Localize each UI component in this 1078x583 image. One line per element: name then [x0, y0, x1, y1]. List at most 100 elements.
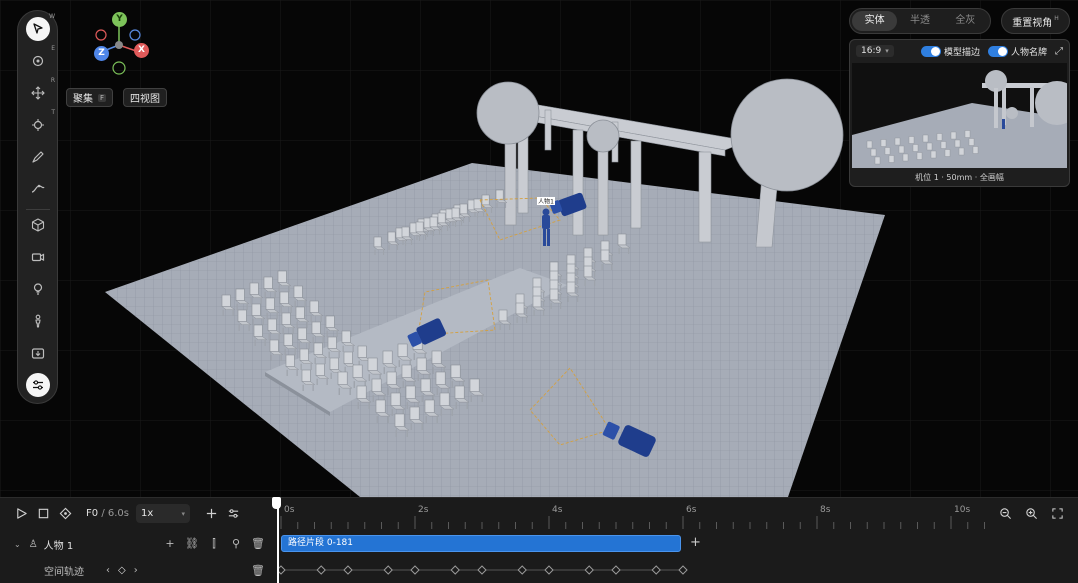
model-outline-label: 模型描边	[943, 47, 980, 58]
axis-gizmo[interactable]: Y Z X	[86, 10, 156, 80]
rotate-tool-button[interactable]: E	[26, 45, 55, 73]
zoom-in-button[interactable]	[1020, 502, 1042, 524]
pen-icon	[32, 151, 44, 163]
trajectory-keyframes[interactable]	[277, 558, 986, 582]
reset-view-hotkey: H	[1054, 14, 1059, 22]
add-light-button[interactable]	[26, 277, 50, 301]
scale-tool-button[interactable]: T	[26, 109, 55, 137]
settings-button[interactable]	[26, 373, 50, 397]
pen-tool-button[interactable]	[26, 145, 50, 169]
keyframe-marker[interactable]	[316, 565, 326, 575]
keyframe-marker[interactable]	[477, 565, 487, 575]
cube-icon	[31, 218, 45, 232]
keyframe-diamond-icon[interactable]: ◇	[118, 565, 126, 576]
plus-icon	[206, 508, 216, 519]
preview-header: 16:9 ▾ 模型描边 人物名牌 ⤢	[850, 40, 1069, 62]
add-character-button[interactable]	[26, 309, 50, 333]
quad-view-button[interactable]: 四视图	[123, 88, 167, 107]
keyframe-marker[interactable]	[678, 565, 688, 575]
track-settings-button[interactable]	[222, 503, 244, 525]
hotkey-label: R	[50, 77, 55, 84]
aspect-ratio-value: 16:9	[861, 46, 882, 56]
axis-x-icon[interactable]: X	[134, 43, 149, 58]
path-icon	[31, 184, 45, 193]
track-label: 人物 1	[43, 540, 74, 552]
person-icon	[35, 314, 41, 328]
keyframe-marker[interactable]	[651, 565, 661, 575]
reset-view-button[interactable]: 重置视角 H	[1001, 8, 1070, 34]
track-row-trajectory[interactable]: 空间轨迹 ‹ ◇ › 🗑	[0, 558, 277, 582]
add-model-button[interactable]	[26, 213, 50, 237]
move-tool-button[interactable]: R	[26, 77, 55, 105]
focus-label: 聚集	[73, 94, 93, 105]
keyframe-marker[interactable]	[343, 565, 353, 575]
delete-icon[interactable]: 🗑	[251, 537, 265, 551]
camera-preview-image	[852, 63, 1067, 168]
time-ruler[interactable]: 0s 2s 4s 6s 8s 10s	[277, 498, 986, 529]
focus-button[interactable]: 聚集 F	[66, 88, 114, 107]
chevron-down-icon[interactable]: ⌄	[14, 540, 21, 549]
import-button[interactable]	[26, 341, 50, 365]
playback-controls: F0 / 6.0s 1x ▾	[0, 498, 277, 529]
render-mode-solid[interactable]: 实体	[852, 11, 898, 31]
ruler-label: 10s	[954, 505, 970, 515]
3d-viewport[interactable]: 人物1 Y Z X 聚集 F 四视图 W E R T 实体 半透 全灰 重置视角…	[0, 0, 1078, 497]
add-clip-button[interactable]: +	[690, 535, 701, 550]
playhead-handle[interactable]	[272, 497, 281, 509]
scale-icon	[32, 119, 44, 131]
keyframe-marker[interactable]	[383, 565, 393, 575]
focus-hotkey: F	[98, 93, 107, 102]
playback-speed-select[interactable]: 1x ▾	[136, 504, 190, 523]
prev-keyframe-icon[interactable]: ‹	[106, 565, 110, 576]
delete-icon[interactable]: 🗑	[251, 564, 265, 577]
axis-z-icon[interactable]: Z	[94, 46, 109, 61]
name-tag-toggle[interactable]	[987, 45, 1008, 57]
ruler-label: 8s	[820, 505, 831, 515]
add-icon[interactable]: +	[163, 537, 177, 551]
add-camera-button[interactable]	[26, 245, 50, 269]
axis-y-icon[interactable]: Y	[112, 12, 127, 27]
pin-icon[interactable]: ⚲	[229, 537, 243, 551]
link-icon[interactable]: ⛓	[185, 537, 199, 551]
preview-scene	[852, 70, 1067, 168]
add-track-button[interactable]	[200, 503, 222, 525]
track-row-character[interactable]: ⌄ ♙ 人物 1 + ⛓ ⫿ ⚲ 🗑	[0, 532, 277, 556]
aspect-ratio-select[interactable]: 16:9 ▾	[856, 45, 894, 57]
hotkey-label: W	[49, 13, 55, 20]
next-keyframe-icon[interactable]: ›	[134, 565, 138, 576]
timeline-zoom-controls	[994, 502, 1068, 524]
keyframe-marker[interactable]	[450, 565, 460, 575]
fullscreen-icon	[1051, 507, 1063, 519]
stop-button[interactable]	[32, 503, 54, 525]
import-icon	[31, 348, 45, 359]
select-arrow-icon	[33, 23, 43, 34]
path-tool-button[interactable]	[26, 177, 50, 201]
keyframe-marker[interactable]	[517, 565, 527, 575]
playhead[interactable]	[277, 497, 279, 583]
keyframe-button[interactable]	[54, 503, 76, 525]
zoom-out-button[interactable]	[994, 502, 1016, 524]
play-button[interactable]	[10, 503, 32, 525]
keyframe-marker[interactable]	[611, 565, 621, 575]
expand-icon[interactable]: ⤢	[1055, 46, 1063, 57]
path-clip[interactable]: 路径片段 0-181	[281, 535, 681, 552]
name-tag-label: 人物名牌	[1010, 47, 1047, 58]
fit-timeline-button[interactable]	[1046, 502, 1068, 524]
hotkey-label: E	[51, 45, 55, 52]
keyframe-marker[interactable]	[584, 565, 594, 575]
camera-icon	[31, 253, 45, 262]
hotkey-label: T	[51, 109, 55, 116]
align-icon[interactable]: ⫿	[207, 537, 221, 551]
render-mode-translucent[interactable]: 半透	[897, 11, 942, 31]
reset-view-label: 重置视角	[1012, 17, 1053, 29]
render-mode-switcher: 实体 半透 全灰	[849, 8, 991, 34]
model-outline-toggle[interactable]	[920, 45, 941, 57]
track-actions: + ⛓ ⫿ ⚲ 🗑	[163, 537, 265, 551]
keyframe-marker[interactable]	[544, 565, 554, 575]
camera-preview-panel: 16:9 ▾ 模型描边 人物名牌 ⤢ 机位 1 · 50mm · 全画幅	[849, 39, 1070, 187]
zoom-in-icon	[1025, 507, 1037, 519]
render-mode-gray[interactable]: 全灰	[943, 11, 988, 31]
keyframe-marker[interactable]	[410, 565, 420, 575]
ruler-label: 6s	[686, 505, 697, 515]
select-tool-button[interactable]: W	[26, 13, 55, 41]
